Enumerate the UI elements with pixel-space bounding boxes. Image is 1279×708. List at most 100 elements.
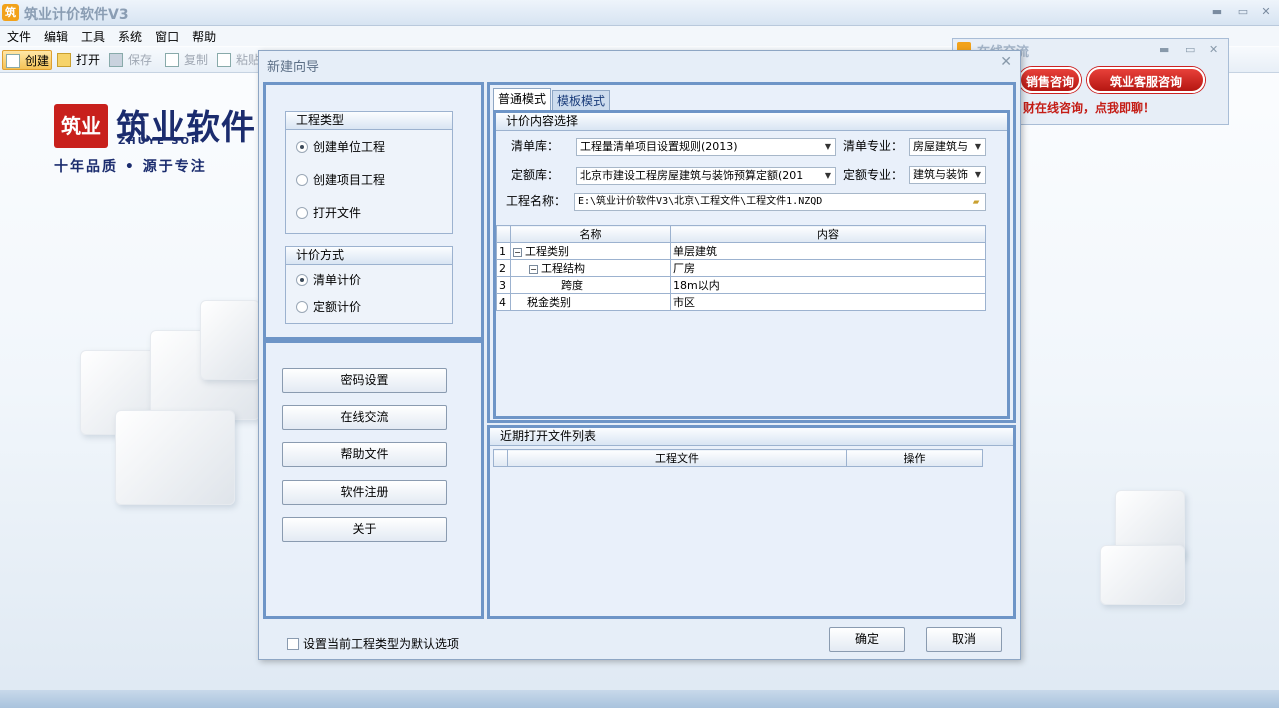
row-number: 1 bbox=[496, 242, 511, 260]
name-cell: 税金类别 bbox=[510, 293, 671, 311]
recent-files-header: 近期打开文件列表 bbox=[490, 428, 1013, 446]
left-buttons-panel: 密码设置 在线交流 帮助文件 软件注册 关于 bbox=[263, 340, 484, 619]
row-number: 2 bbox=[496, 259, 511, 277]
close-icon[interactable]: ✕ bbox=[1000, 54, 1012, 70]
list-specialty-select[interactable]: 房屋建筑与 ▼ bbox=[909, 138, 986, 156]
radio-quota-pricing[interactable]: 定额计价 bbox=[296, 299, 361, 315]
menu-file[interactable]: 文件 bbox=[0, 26, 37, 45]
tab-normal-mode[interactable]: 普通模式 bbox=[493, 88, 552, 110]
save-icon bbox=[109, 53, 123, 67]
quota-specialty-label: 定额专业： bbox=[843, 168, 904, 182]
save-label: 保存 bbox=[128, 53, 153, 67]
dialog-title: 新建向导 bbox=[267, 60, 320, 75]
list-library-select[interactable]: 工程量清单项目设置规则(2013) ▼ bbox=[576, 138, 836, 156]
table-row[interactable]: 4 税金类别 市区 bbox=[496, 293, 986, 311]
paste-icon bbox=[217, 53, 231, 67]
row-number: 4 bbox=[496, 293, 511, 311]
menu-help[interactable]: 帮助 bbox=[185, 26, 222, 45]
collapse-icon[interactable]: − bbox=[529, 264, 538, 274]
paste-button[interactable]: 粘贴 bbox=[214, 50, 260, 70]
minimize-icon[interactable]: ▬ bbox=[1207, 4, 1227, 20]
table-header-row: 工程文件 操作 bbox=[493, 449, 983, 467]
chevron-down-icon: ▼ bbox=[821, 139, 835, 155]
radio-indicator[interactable] bbox=[296, 207, 308, 219]
content-cell[interactable]: 厂房 bbox=[670, 259, 986, 277]
folder-browse-icon[interactable]: ▰ bbox=[967, 194, 985, 210]
collapse-icon[interactable]: − bbox=[513, 247, 522, 257]
restore-icon[interactable]: ▭ bbox=[1185, 43, 1195, 56]
radio-list-pricing[interactable]: 清单计价 bbox=[296, 272, 361, 288]
quota-specialty-select[interactable]: 建筑与装饰 ▼ bbox=[909, 166, 986, 184]
menu-edit[interactable]: 编辑 bbox=[37, 26, 74, 45]
copy-icon bbox=[165, 53, 179, 67]
about-button[interactable]: 关于 bbox=[282, 517, 447, 542]
default-option-checkbox[interactable] bbox=[287, 638, 299, 650]
new-wizard-dialog: 新建向导 ✕ 工程类型 创建单位工程 创建项目工程 打开文件 计价方式 清单计价… bbox=[258, 50, 1021, 660]
support-consult-button[interactable]: 筑业客服咨询 bbox=[1087, 67, 1205, 93]
password-settings-button[interactable]: 密码设置 bbox=[282, 368, 447, 393]
list-library-label: 清单库： bbox=[511, 139, 560, 153]
open-label: 打开 bbox=[76, 53, 101, 67]
menu-tools[interactable]: 工具 bbox=[74, 26, 111, 45]
quota-library-label: 定额库： bbox=[511, 168, 560, 182]
content-column-header: 内容 bbox=[670, 225, 986, 243]
decor-cube bbox=[115, 410, 235, 505]
recent-files-table: 工程文件 操作 bbox=[493, 449, 983, 467]
create-button[interactable]: 创建 bbox=[2, 50, 52, 70]
copy-label: 复制 bbox=[184, 53, 209, 67]
table-row[interactable]: 2 − 工程结构 厂房 bbox=[496, 259, 986, 277]
radio-open-file[interactable]: 打开文件 bbox=[296, 205, 361, 221]
radio-indicator[interactable] bbox=[296, 301, 308, 313]
radio-create-item-project[interactable]: 创建项目工程 bbox=[296, 172, 385, 188]
online-chat-button[interactable]: 在线交流 bbox=[282, 405, 447, 430]
row-num-header bbox=[493, 449, 508, 467]
table-row[interactable]: 1 − 工程类别 单层建筑 bbox=[496, 242, 986, 260]
content-cell[interactable]: 单层建筑 bbox=[670, 242, 986, 260]
radio-indicator[interactable] bbox=[296, 274, 308, 286]
project-name-value: E:\筑业计价软件V3\北京\工程文件\工程文件1.NZQD bbox=[578, 196, 823, 207]
tab-template-mode[interactable]: 模板模式 bbox=[552, 90, 611, 111]
operation-column-header: 操作 bbox=[846, 449, 983, 467]
copy-button[interactable]: 复制 bbox=[162, 50, 208, 70]
name-cell: 跨度 bbox=[510, 276, 671, 294]
name-cell: − 工程结构 bbox=[510, 259, 671, 277]
chat-banner-text[interactable]: 财在线咨询，点我即聊！ bbox=[1023, 97, 1223, 121]
pricing-method-group: 计价方式 清单计价 定额计价 bbox=[285, 246, 453, 324]
close-icon[interactable]: ✕ bbox=[1256, 4, 1276, 20]
open-button[interactable]: 打开 bbox=[54, 50, 100, 70]
software-register-button[interactable]: 软件注册 bbox=[282, 480, 447, 505]
list-library-value: 工程量清单项目设置规则(2013) bbox=[580, 140, 738, 153]
status-bar bbox=[0, 690, 1279, 708]
radio-indicator[interactable] bbox=[296, 174, 308, 186]
row-num-header bbox=[496, 225, 511, 243]
save-button[interactable]: 保存 bbox=[106, 50, 152, 70]
menu-system[interactable]: 系统 bbox=[111, 26, 148, 45]
project-name-input[interactable]: E:\筑业计价软件V3\北京\工程文件\工程文件1.NZQD ▰ bbox=[574, 193, 986, 211]
menu-window[interactable]: 窗口 bbox=[148, 26, 185, 45]
radio-create-unit-project[interactable]: 创建单位工程 bbox=[296, 139, 385, 155]
decor-cube bbox=[200, 300, 260, 380]
attribute-table: 名称 内容 1 − 工程类别 单层建筑 2 − 工程结构 厂房 3 跨度 18m以内 bbox=[496, 225, 986, 311]
tab-content: 计价内容选择 清单库： 工程量清单项目设置规则(2013) ▼ 清单专业： 房屋建… bbox=[493, 110, 1010, 419]
table-row[interactable]: 3 跨度 18m以内 bbox=[496, 276, 986, 294]
row-number: 3 bbox=[496, 276, 511, 294]
left-options-panel: 工程类型 创建单位工程 创建项目工程 打开文件 计价方式 清单计价 定额计价 bbox=[263, 82, 484, 340]
radio-indicator[interactable] bbox=[296, 141, 308, 153]
restore-icon[interactable]: ▭ bbox=[1233, 4, 1253, 20]
ok-button[interactable]: 确定 bbox=[829, 627, 905, 652]
minimize-icon[interactable]: ▬ bbox=[1159, 43, 1169, 56]
help-file-button[interactable]: 帮助文件 bbox=[282, 442, 447, 467]
brand-slogan: 十年品质 • 源于专注 bbox=[54, 159, 207, 175]
close-icon[interactable]: ✕ bbox=[1209, 43, 1218, 56]
cancel-button[interactable]: 取消 bbox=[926, 627, 1002, 652]
radio-label: 创建单位工程 bbox=[313, 140, 386, 154]
pricing-method-header: 计价方式 bbox=[286, 247, 452, 265]
name-column-header: 名称 bbox=[510, 225, 671, 243]
sales-consult-button[interactable]: 销售咨询 bbox=[1019, 67, 1081, 93]
content-cell[interactable]: 市区 bbox=[670, 293, 986, 311]
content-cell[interactable]: 18m以内 bbox=[670, 276, 986, 294]
quota-library-value: 北京市建设工程房屋建筑与装饰预算定额(201 bbox=[580, 169, 804, 182]
brand-logo-icon: 筑业 bbox=[54, 104, 108, 148]
radio-label: 定额计价 bbox=[313, 300, 362, 314]
quota-library-select[interactable]: 北京市建设工程房屋建筑与装饰预算定额(201 ▼ bbox=[576, 167, 836, 185]
